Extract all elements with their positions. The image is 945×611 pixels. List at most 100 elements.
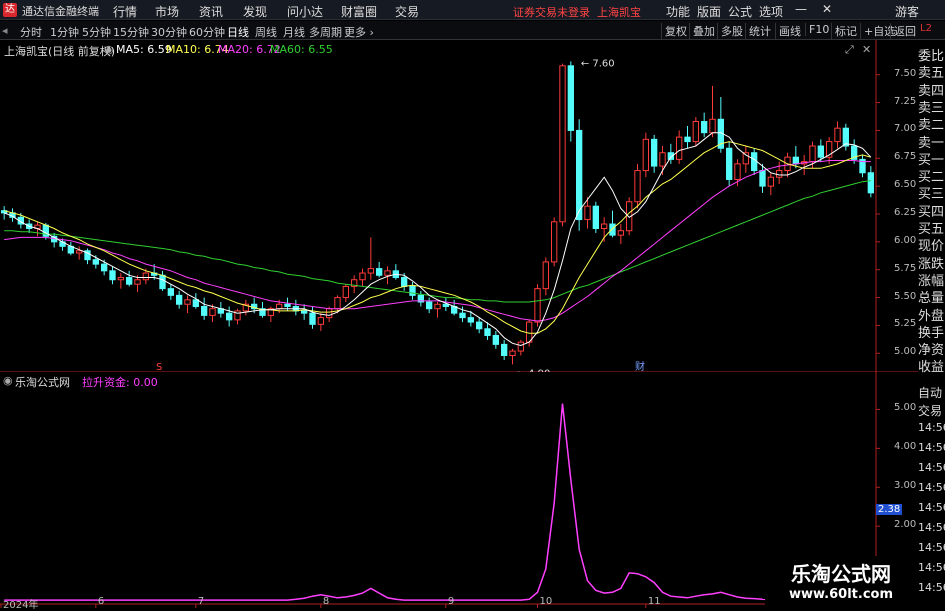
- candle-body: [701, 121, 708, 134]
- menu-formula[interactable]: 公式: [728, 3, 752, 20]
- candle: [192, 293, 200, 309]
- candle: [184, 295, 191, 314]
- period-more[interactable]: 更多 ›: [344, 24, 374, 40]
- signal-marker-s: S: [156, 362, 162, 372]
- candle-body: [767, 176, 775, 187]
- menu-function[interactable]: 功能: [666, 3, 690, 20]
- restore-rights-button[interactable]: 复权: [661, 23, 690, 39]
- candlestick-chart[interactable]: ← 7.60← 4.90S财: [0, 40, 918, 372]
- candle: [201, 297, 208, 320]
- side-panel-label: 现价: [918, 239, 945, 254]
- period-1min[interactable]: 1分钟: [50, 24, 79, 40]
- candle: [726, 141, 733, 187]
- candle: [434, 302, 441, 318]
- period-5min[interactable]: 5分钟: [82, 24, 111, 40]
- price-axis-label: 5.25: [894, 318, 917, 330]
- candle: [551, 217, 558, 267]
- period-weekly[interactable]: 周线: [255, 24, 277, 40]
- candle: [642, 132, 650, 178]
- candle-body: [534, 288, 541, 323]
- period-toolbar: ◂ 分时 1分钟 5分钟 15分钟 30分钟 60分钟 日线 周线 月线 多周期…: [0, 21, 945, 40]
- tick-time: 14:56: [918, 461, 945, 474]
- level-icon: L2: [920, 23, 932, 34]
- candle: [617, 224, 625, 245]
- menu-wealth[interactable]: 财富圈: [341, 3, 377, 20]
- candle-body: [101, 263, 108, 272]
- candle-body: [551, 221, 558, 263]
- candle-body: [434, 303, 441, 310]
- f10-button[interactable]: F10: [805, 23, 832, 36]
- period-multi[interactable]: 多周期: [309, 24, 342, 40]
- menu-markets[interactable]: 市场: [155, 3, 179, 20]
- candle-body: [226, 312, 233, 321]
- tick-time: 14:56: [918, 481, 945, 494]
- period-daily[interactable]: 日线: [227, 24, 249, 40]
- menu-options[interactable]: 选项: [759, 3, 783, 20]
- toolbar-prev-icon[interactable]: ◂: [2, 24, 8, 37]
- back-button[interactable]: 返回: [890, 23, 919, 39]
- side-panel-label: 买三: [918, 187, 945, 202]
- candle-body: [501, 343, 508, 357]
- menu-news[interactable]: 资讯: [199, 3, 223, 20]
- menu-discover[interactable]: 发现: [243, 3, 267, 20]
- candle-body: [342, 285, 349, 299]
- menu-guest[interactable]: 游客: [895, 3, 919, 20]
- side-panel-label: 总量: [918, 291, 945, 306]
- candle: [51, 232, 58, 248]
- tick-time: 14:56: [918, 541, 945, 554]
- candle-body: [284, 303, 291, 307]
- candle-body: [109, 270, 116, 281]
- overlay-button[interactable]: 叠加: [689, 23, 718, 39]
- menu-market[interactable]: 行情: [113, 3, 137, 20]
- candle-body: [576, 129, 583, 221]
- mark-button[interactable]: 标记: [831, 23, 860, 39]
- period-minute-chart[interactable]: 分时: [20, 24, 42, 40]
- candle-body: [634, 170, 641, 203]
- trade-label: 交易: [918, 404, 943, 418]
- candle: [476, 317, 483, 334]
- period-15min[interactable]: 15分钟: [113, 24, 149, 40]
- candle-body: [834, 127, 841, 143]
- financial-report-marker: 财: [635, 360, 645, 372]
- candle: [701, 112, 708, 138]
- candle-body: [92, 259, 99, 265]
- title-bar: 达 通达信金融终端 行情 市场 资讯 发现 问小达 财富圈 交易 证券交易未登录…: [0, 0, 945, 20]
- period-monthly[interactable]: 月线: [283, 24, 305, 40]
- side-panel-label: 净资: [918, 343, 945, 358]
- period-30min[interactable]: 30分钟: [151, 24, 187, 40]
- candle-body: [409, 285, 416, 296]
- close-icon[interactable]: ✕: [822, 2, 832, 16]
- candle-body: [734, 163, 741, 180]
- menu-ask[interactable]: 问小达: [287, 3, 323, 20]
- candle-body: [384, 270, 391, 276]
- candle: [67, 241, 74, 256]
- watermark-logo: 乐淘公式网 www.60lt.com: [765, 556, 917, 609]
- candle-body: [709, 118, 716, 134]
- candle-body: [317, 317, 324, 325]
- candle: [301, 304, 308, 320]
- minimize-icon[interactable]: —: [795, 2, 807, 16]
- menu-trade[interactable]: 交易: [395, 3, 419, 20]
- candle-body: [592, 205, 600, 229]
- multi-stock-button[interactable]: 多股: [717, 23, 746, 39]
- candle: [292, 299, 299, 316]
- draw-line-button[interactable]: 画线: [775, 23, 804, 39]
- menu-layout[interactable]: 版面: [697, 3, 721, 20]
- tick-time: 14:56: [918, 581, 945, 594]
- tick-time: 14:56: [918, 521, 945, 534]
- candle-body: [76, 250, 83, 254]
- candle-body: [117, 277, 124, 281]
- date-axis-label: 10: [539, 596, 553, 607]
- price-axis-label: 6.50: [894, 179, 917, 191]
- candle: [392, 264, 399, 280]
- period-60min[interactable]: 60分钟: [189, 24, 225, 40]
- side-panel-label: 涨跌: [918, 256, 945, 271]
- statistics-button[interactable]: 统计: [745, 23, 774, 39]
- candle-body: [326, 308, 333, 319]
- side-panel-label: 卖四: [918, 83, 945, 98]
- login-notice[interactable]: 证券交易未登录 上海凯宝: [513, 4, 641, 20]
- candle-body: [359, 272, 366, 281]
- candle: [709, 85, 716, 138]
- candle-body: [126, 277, 133, 285]
- candle-body: [426, 301, 433, 310]
